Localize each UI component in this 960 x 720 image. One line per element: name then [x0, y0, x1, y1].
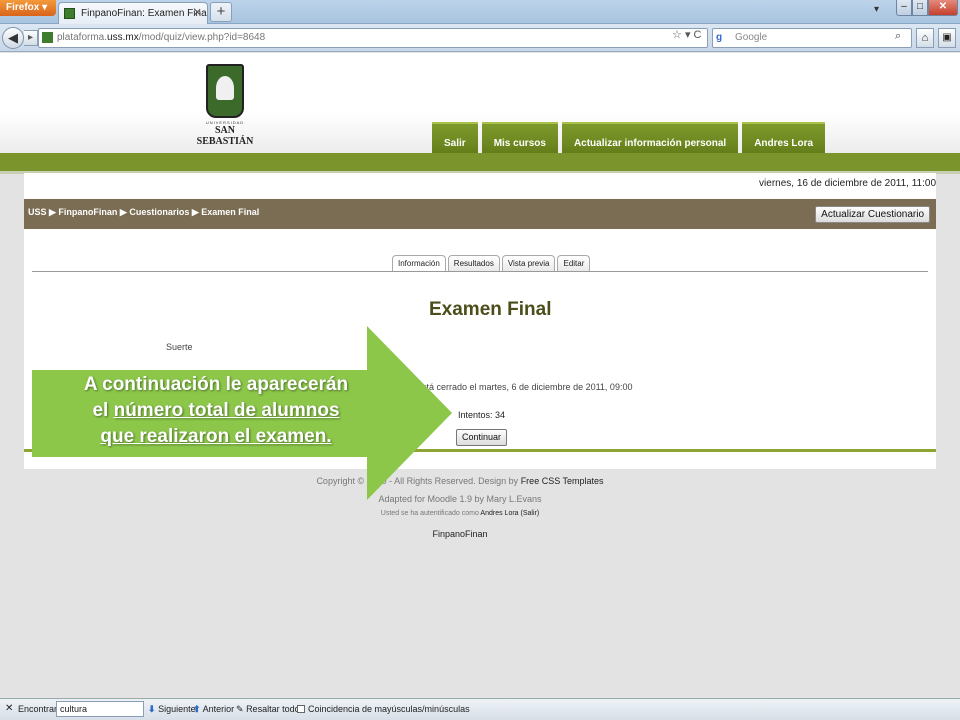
attempts-count[interactable]: Intentos: 34	[458, 410, 505, 420]
course-link[interactable]: FinpanoFinan	[0, 529, 960, 539]
quiz-tabs: Información Resultados Vista previa Edit…	[392, 255, 591, 272]
back-button[interactable]: ◀	[2, 27, 24, 49]
browser-tab[interactable]: FinpanoFinan: Examen Final ✕	[58, 2, 208, 24]
highlighter-icon: ✎	[236, 704, 244, 714]
close-findbar-icon[interactable]: ✕	[5, 703, 13, 714]
page-title: Examen Final	[429, 299, 552, 320]
url-actions: ☆ ▾ C	[672, 28, 701, 41]
continue-button[interactable]: Continuar	[456, 429, 508, 446]
close-window-button[interactable]: ✕	[928, 0, 958, 16]
design-link[interactable]: Free CSS Templates	[521, 476, 604, 486]
close-tab-icon[interactable]: ✕	[193, 6, 202, 19]
firefox-menu-button[interactable]: Firefox ▾	[0, 0, 56, 16]
highlight-all-button[interactable]: ✎ Resaltar todo	[236, 704, 300, 715]
forward-button[interactable]: ▸	[24, 30, 38, 46]
match-case-checkbox[interactable]: Coincidencia de mayúsculas/minúsculas	[297, 704, 470, 714]
find-input[interactable]: cultura	[56, 701, 144, 717]
new-tab-button[interactable]: +	[210, 2, 232, 22]
quiz-closed-text: stá cerrado el martes, 6 de diciembre de…	[422, 382, 633, 392]
home-button[interactable]: ⌂	[916, 28, 934, 48]
tab-editar[interactable]: Editar	[557, 255, 591, 272]
bookmark-star-icon[interactable]: ☆	[672, 29, 682, 41]
find-label: Encontrar:	[18, 704, 60, 714]
addon-icon[interactable]: ▣	[938, 28, 956, 48]
arrow-down-icon: ⬇	[148, 704, 156, 714]
callout-line1: A continuación le aparecerán	[83, 374, 349, 395]
find-bar: ✕ Encontrar: cultura ⬇ Siguiente ⬆ Anter…	[0, 698, 960, 720]
breadcrumb[interactable]: USS ▶ FinpanoFinan ▶ Cuestionarios ▶ Exa…	[28, 207, 259, 218]
arrow-up-icon: ⬆	[193, 704, 201, 714]
find-previous-button[interactable]: ⬆ Anterior	[193, 704, 234, 715]
browser-navbar: ◀ ▸ plataforma.uss.mx/mod/quiz/view.php?…	[0, 24, 960, 52]
url-prefix: plataforma.	[57, 32, 108, 43]
auth-line: Usted se ha autentificado como Andres Lo…	[0, 510, 960, 517]
search-magnifier-icon[interactable]: ⌕	[895, 30, 901, 43]
auth-user-link[interactable]: Andres Lora	[480, 510, 518, 517]
reload-icon[interactable]: C	[694, 29, 702, 41]
browser-titlebar: Firefox ▾ FinpanoFinan: Examen Final ✕ +…	[0, 0, 960, 24]
minimize-window-button[interactable]: –	[896, 0, 912, 16]
site-identity-icon[interactable]	[42, 32, 53, 43]
checkbox-icon	[297, 705, 305, 713]
header-band	[0, 153, 960, 171]
search-bar[interactable]: g Google	[712, 28, 912, 48]
university-logo[interactable]: UNIVERSIDAD SAN SEBASTIÁN	[190, 64, 260, 147]
nav-salir[interactable]: Salir	[432, 122, 478, 153]
auth-prefix: Usted se ha autentificado como	[380, 510, 479, 517]
tab-title: FinpanoFinan: Examen Final	[81, 8, 208, 19]
url-path: /mod/quiz/view.php?id=8648	[138, 32, 266, 43]
callout-line2: el número total de alumnos	[92, 400, 340, 421]
callout-text: A continuación le aparecerán el número t…	[38, 372, 394, 450]
tab-vista-previa[interactable]: Vista previa	[501, 255, 556, 272]
site-favicon-icon	[64, 8, 75, 19]
callout-arrow: A continuación le aparecerán el número t…	[32, 326, 452, 500]
search-placeholder: Google	[735, 32, 768, 43]
dropdown-arrow-icon[interactable]: ▾	[685, 29, 691, 41]
maximize-window-button[interactable]: □	[912, 0, 928, 16]
logo-line2: SAN SEBASTIÁN	[196, 125, 254, 147]
main-nav: Salir Mis cursos Actualizar información …	[432, 122, 826, 153]
callout-line3: que realizaron el examen.	[100, 426, 332, 447]
tab-informacion[interactable]: Información	[392, 255, 446, 272]
logout-link[interactable]: (Salir)	[521, 510, 540, 517]
update-quiz-button[interactable]: Actualizar Cuestionario	[815, 206, 930, 223]
nav-actualizar-info[interactable]: Actualizar información personal	[561, 122, 739, 153]
current-date: viernes, 16 de diciembre de 2011, 11:00	[759, 178, 936, 189]
nav-user[interactable]: Andres Lora	[742, 122, 826, 153]
find-next-button[interactable]: ⬇ Siguiente	[148, 704, 196, 715]
shield-logo-icon	[206, 64, 244, 118]
tab-list-dropdown-icon[interactable]: ▾	[874, 4, 879, 15]
breadcrumb-bar: USS ▶ FinpanoFinan ▶ Cuestionarios ▶ Exa…	[24, 199, 936, 229]
google-engine-icon[interactable]: g	[716, 32, 728, 44]
url-domain: uss.mx	[107, 32, 139, 43]
nav-mis-cursos[interactable]: Mis cursos	[481, 122, 558, 153]
tab-resultados[interactable]: Resultados	[447, 255, 500, 272]
address-bar[interactable]: plataforma.uss.mx/mod/quiz/view.php?id=8…	[38, 28, 708, 48]
tab-divider	[32, 271, 928, 272]
